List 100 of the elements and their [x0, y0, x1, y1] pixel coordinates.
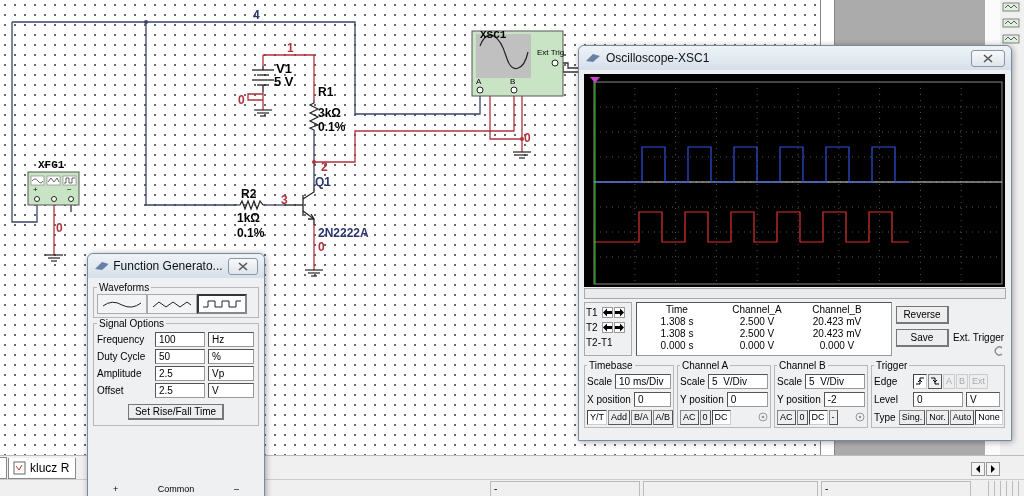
sine-wave-button[interactable]: [97, 294, 147, 314]
schematic-label: 1: [287, 41, 294, 55]
terminal-label: B: [510, 77, 516, 86]
input-field[interactable]: 100: [155, 332, 205, 347]
unit-field[interactable]: V: [208, 383, 254, 398]
junction-dot: [312, 160, 316, 164]
set-rise-fall-time-button[interactable]: Set Rise/Fall Time: [127, 404, 225, 420]
tab[interactable]: [0, 457, 7, 479]
triangle-wave-button[interactable]: [147, 294, 197, 314]
input-field[interactable]: 2.5: [155, 366, 205, 381]
field-label: Scale: [587, 375, 612, 387]
field-label: Offset: [97, 385, 125, 396]
terminal-icon: [994, 346, 1005, 356]
field-label: Edge: [874, 375, 899, 387]
coupling-button[interactable]: AC: [777, 409, 796, 425]
input-field[interactable]: -2: [823, 391, 865, 407]
unit-field[interactable]: Vp: [208, 366, 254, 381]
mode-button[interactable]: A/B: [652, 409, 674, 425]
close-icon: [237, 261, 248, 271]
mode-button[interactable]: Y/T: [587, 409, 607, 425]
input-field[interactable]: 50: [155, 349, 205, 364]
coupling-button[interactable]: DC: [808, 409, 828, 425]
triangle-left-icon: [975, 465, 981, 473]
unit-field[interactable]: V: [966, 391, 1000, 407]
falling-edge-icon: [930, 376, 940, 386]
window-title: Function Generato...: [113, 259, 223, 273]
trigger-type-button[interactable]: Auto: [949, 409, 975, 425]
input-field[interactable]: 2.5: [155, 383, 205, 398]
coupling-button[interactable]: 0: [796, 409, 808, 425]
group-title: Channel A: [681, 360, 730, 371]
window-title: Oscilloscope-XSC1: [606, 51, 710, 65]
input-field[interactable]: 5 V/Div: [708, 373, 768, 389]
scrollbar[interactable]: [584, 288, 1006, 299]
table-cell-text: 1.308 s: [659, 328, 695, 340]
field-label: Level: [874, 393, 899, 405]
schematic-label: 0: [238, 93, 245, 107]
action-button[interactable]: Save: [896, 329, 949, 347]
invert-button[interactable]: -: [828, 409, 838, 425]
input-field[interactable]: 0: [913, 391, 963, 407]
cursor-marker[interactable]: [590, 77, 600, 83]
instrument-icon[interactable]: [1002, 34, 1020, 44]
schematic-file-icon: [13, 461, 27, 475]
arrow-right-icon[interactable]: [613, 322, 625, 333]
trigger-type-button[interactable]: Nor.: [926, 409, 949, 425]
terminal-label: Common: [157, 484, 195, 494]
group-title: Waveforms: [98, 282, 151, 293]
schematic-label: 3: [281, 193, 288, 207]
arrow-left-icon[interactable]: [601, 307, 613, 318]
rising-edge-button[interactable]: [913, 373, 927, 389]
scroll-left-button[interactable]: [971, 462, 985, 476]
sine-wave-icon: [102, 299, 142, 309]
input-field[interactable]: 5 V/Div: [805, 373, 865, 389]
table-cell-text: 20.423 mV: [811, 328, 863, 340]
group-title: Channel B: [778, 360, 827, 371]
scroll-right-button[interactable]: [986, 462, 1000, 476]
close-button[interactable]: [971, 49, 1005, 67]
input-field[interactable]: 0: [633, 391, 671, 407]
group-title: Trigger: [875, 360, 909, 371]
trigger-type-button[interactable]: None: [975, 409, 1003, 425]
arrow-left-icon[interactable]: [601, 322, 613, 333]
unit-field[interactable]: Hz: [208, 332, 254, 347]
coupling-button[interactable]: AC: [680, 409, 699, 425]
instrument-icon[interactable]: [1002, 18, 1020, 28]
trigger-type-button[interactable]: Sing.: [898, 409, 926, 425]
instrument-icon[interactable]: [1002, 2, 1020, 12]
mode-button[interactable]: B/A: [631, 409, 652, 425]
table-cell-text: 0.000 V: [818, 340, 856, 352]
close-icon: [983, 53, 993, 63]
column-header: Channel_B: [811, 304, 863, 316]
table-cell-text: 1.308 s: [659, 316, 695, 328]
ground-symbol: [253, 109, 273, 117]
group-title: Signal Options: [98, 318, 166, 329]
schematic-label: R2: [241, 187, 257, 201]
battery-symbol: [251, 65, 275, 93]
square-wave-button[interactable]: [197, 294, 247, 314]
input-field[interactable]: 0: [726, 391, 768, 407]
ext-trigger-label: Ext. Trigger: [953, 332, 1005, 343]
tab[interactable]: klucz R: [8, 458, 77, 479]
terminal-icon: [855, 412, 865, 422]
coupling-button[interactable]: DC: [711, 409, 731, 425]
schematic-label: 0: [318, 240, 325, 254]
terminal-label: +: [113, 484, 119, 494]
close-button[interactable]: [227, 257, 258, 275]
coupling-button[interactable]: 0: [699, 409, 711, 425]
schematic-label: 1kΩ: [237, 211, 260, 225]
mode-button[interactable]: Add: [608, 409, 631, 425]
unit-field[interactable]: %: [208, 349, 254, 364]
table-cell-text: 2.500 V: [738, 328, 776, 340]
terminal-label: –: [233, 484, 239, 494]
action-button[interactable]: Reverse: [896, 306, 949, 324]
schematic-label: Q1: [315, 175, 331, 189]
arrow-right-icon[interactable]: [613, 307, 625, 318]
function-generator-symbol: [27, 171, 80, 206]
field-label: Amplitude: [97, 368, 143, 379]
column-header: Channel_A: [731, 304, 783, 316]
input-field[interactable]: 10 ms/Div: [615, 373, 671, 389]
falling-edge-button[interactable]: [928, 373, 942, 389]
resistor-symbol: [236, 199, 264, 211]
cursor-label: T2-T1: [586, 337, 613, 348]
schematic-label: 2: [321, 160, 328, 174]
